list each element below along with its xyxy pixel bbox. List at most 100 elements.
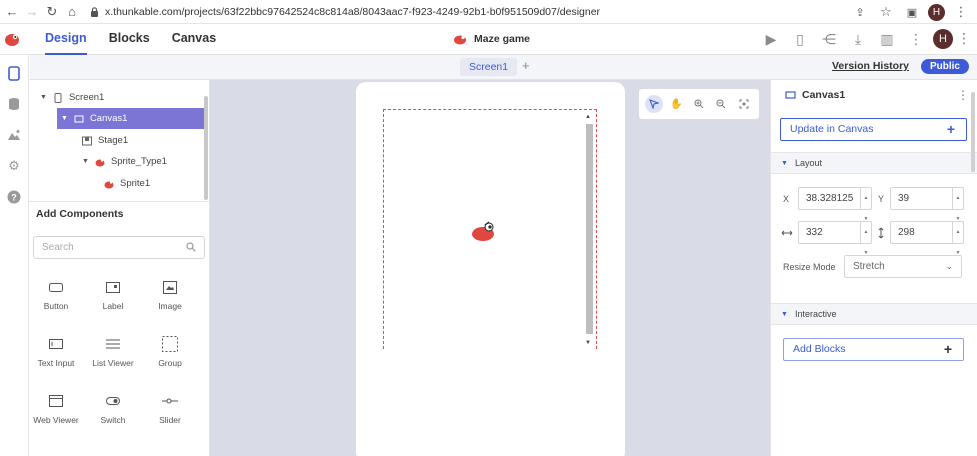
switch-icon	[106, 397, 120, 405]
scroll-down-icon[interactable]: ▼	[585, 340, 591, 346]
sprite-icon	[95, 158, 105, 166]
back-icon[interactable]: ←	[2, 2, 22, 22]
fit-screen-icon[interactable]	[735, 95, 753, 113]
y-stepper[interactable]: ▲ ▼	[952, 188, 963, 222]
share-icon[interactable]: ⇪	[850, 2, 870, 22]
web-viewer-icon	[49, 395, 63, 407]
tab-design[interactable]: Design	[45, 24, 87, 55]
version-history-link[interactable]: Version History	[832, 60, 909, 72]
height-input[interactable]: 298 ▲ ▼	[890, 221, 964, 256]
rail-assets-icon[interactable]	[5, 126, 23, 144]
height-stepper[interactable]: ▲ ▼	[952, 222, 963, 256]
svg-text:?: ?	[11, 193, 17, 203]
tree-item-stage1[interactable]: Stage1	[82, 130, 202, 151]
scroll-up-icon[interactable]: ▲	[585, 114, 591, 120]
component-list-viewer[interactable]: List Viewer	[88, 335, 138, 368]
y-position-input[interactable]: 39 ▲ ▼	[890, 187, 964, 222]
tab-canvas[interactable]: Canvas	[172, 24, 216, 55]
browser-avatar[interactable]: H	[928, 3, 945, 21]
account-menu-icon[interactable]: ⋮	[957, 30, 971, 47]
thunkable-logo-icon[interactable]	[4, 31, 20, 47]
rail-help-icon[interactable]: ?	[5, 188, 23, 206]
address-bar[interactable]: x.thunkable.com/projects/63f22bbc9764252…	[90, 6, 600, 18]
collapse-caret-icon[interactable]: ▼	[82, 158, 89, 165]
component-label[interactable]: Label	[88, 278, 138, 311]
add-blocks-button[interactable]: Add Blocks +	[783, 338, 964, 361]
docs-book-icon[interactable]: ▥	[878, 30, 896, 48]
play-icon[interactable]: ▶	[762, 30, 780, 48]
width-stepper[interactable]: ▲ ▼	[860, 222, 871, 256]
component-button[interactable]: Button	[31, 278, 81, 311]
tree-item-sprite1[interactable]: Sprite1	[104, 173, 202, 194]
width-input[interactable]: 332 ▲ ▼	[798, 221, 872, 256]
browser-menu-icon[interactable]: ⋮	[951, 2, 971, 22]
select-pointer-icon[interactable]	[645, 95, 664, 113]
sprite-logo-icon	[454, 35, 466, 44]
tree-item-screen1[interactable]: ▼ Screen1	[29, 87, 204, 108]
phone-preview[interactable]: ▲ ▼	[356, 82, 625, 456]
properties-title: Canvas1	[785, 89, 845, 101]
reload-icon[interactable]: ↻	[42, 2, 62, 22]
collapse-caret-icon[interactable]: ▼	[61, 115, 68, 122]
component-slider[interactable]: Slider	[145, 392, 195, 425]
zoom-in-icon[interactable]	[690, 95, 708, 113]
rail-data-icon[interactable]	[5, 95, 23, 113]
component-web-viewer[interactable]: Web Viewer	[31, 392, 81, 425]
properties-scrollbar[interactable]	[971, 92, 975, 172]
forward-icon[interactable]: →	[22, 2, 42, 22]
tab-blocks[interactable]: Blocks	[109, 24, 150, 55]
share-icon[interactable]: ⋲	[820, 30, 838, 48]
pan-hand-icon[interactable]: ✋	[668, 95, 686, 113]
height-icon	[878, 227, 884, 239]
tree-item-canvas1[interactable]: ▼ Canvas1	[57, 108, 205, 129]
sprite1-image[interactable]	[471, 220, 497, 242]
tab-screen1[interactable]: Screen1	[460, 58, 518, 76]
update-in-canvas-button[interactable]: Update in Canvas +	[780, 118, 967, 141]
component-tree: ▼ Screen1 ▼ Canvas1 Stage1 ▼ Sprite_Type…	[29, 80, 210, 201]
section-caret-icon: ▼	[781, 311, 788, 318]
scroll-thumb[interactable]	[586, 124, 593, 334]
zoom-out-icon[interactable]	[712, 95, 730, 113]
search-icon[interactable]	[186, 242, 196, 252]
collapse-caret-icon[interactable]: ▼	[40, 94, 47, 101]
x-stepper[interactable]: ▲ ▼	[860, 188, 871, 222]
add-screen-button[interactable]: +	[522, 58, 530, 73]
home-icon[interactable]: ⌂	[62, 2, 82, 22]
canvas-scrollbar[interactable]: ▲ ▼	[584, 112, 594, 350]
bookmark-star-icon[interactable]: ☆	[876, 2, 896, 22]
width-icon	[781, 230, 793, 236]
left-rail: ⚙ ?	[0, 55, 29, 456]
rail-design-icon[interactable]	[5, 64, 23, 82]
slider-icon	[162, 398, 178, 404]
canvas-icon	[74, 115, 84, 122]
download-icon[interactable]: ⤓	[849, 30, 867, 48]
url-text: x.thunkable.com/projects/63f22bbc9764252…	[105, 5, 601, 18]
resize-mode-select[interactable]: Stretch ⌄	[844, 255, 962, 278]
interactive-section-header[interactable]: ▼ Interactive	[771, 303, 977, 325]
tree-item-sprite-type1[interactable]: ▼ Sprite_Type1	[82, 151, 202, 172]
component-text-input[interactable]: Text Input	[31, 335, 81, 368]
tree-scrollbar[interactable]	[204, 96, 208, 200]
x-position-input[interactable]: 38.328125 ▲ ▼	[798, 187, 872, 222]
side-panel-icon[interactable]: ▣	[902, 2, 922, 22]
x-label: X	[783, 194, 790, 204]
component-group[interactable]: Group	[145, 335, 195, 368]
y-label: Y	[878, 194, 885, 204]
public-button[interactable]: Public	[920, 59, 969, 74]
group-icon	[162, 336, 178, 352]
phone-icon	[54, 92, 62, 103]
search-input[interactable]	[34, 237, 174, 258]
device-preview-icon[interactable]: ▯	[791, 30, 809, 48]
layout-section-header[interactable]: ▼ Layout	[771, 152, 977, 174]
browser-toolbar: ← → ↻ ⌂ x.thunkable.com/projects/63f22bb…	[0, 0, 977, 24]
properties-more-icon[interactable]: ⋮	[957, 88, 969, 102]
button-icon	[49, 282, 63, 292]
add-components-panel: Add Components Button Label Image Text I…	[29, 201, 210, 456]
project-name: Maze game	[474, 33, 531, 45]
rail-settings-gear-icon[interactable]: ⚙	[5, 157, 23, 175]
user-avatar[interactable]: H	[933, 29, 953, 49]
component-switch[interactable]: Switch	[88, 392, 138, 425]
image-icon	[163, 280, 177, 294]
component-image[interactable]: Image	[145, 278, 195, 311]
more-icon[interactable]: ⋮	[907, 30, 925, 48]
